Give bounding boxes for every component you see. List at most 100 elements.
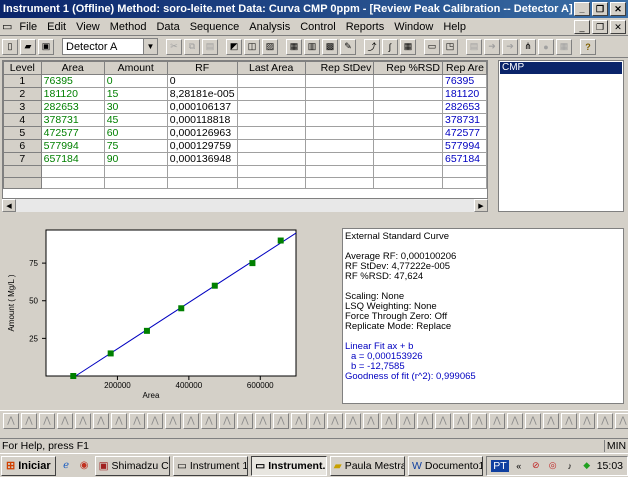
peak-tool-8-icon[interactable]: ⋀: [129, 412, 145, 429]
cell-rep-stdev[interactable]: [304, 139, 375, 153]
doc-icon[interactable]: ▭: [0, 20, 14, 33]
detector-select[interactable]: Detector A ▼: [62, 38, 158, 55]
overlay-icon[interactable]: ◫: [244, 38, 260, 55]
calibration-point[interactable]: [178, 305, 185, 312]
cell-area[interactable]: 472577: [40, 126, 105, 140]
scroll-right-icon[interactable]: ▶: [474, 199, 488, 212]
col-area[interactable]: Area: [40, 61, 105, 75]
table-row[interactable]: 3 282653 30 0,000106137 282653: [3, 100, 488, 114]
peak-tool-34-icon[interactable]: ⋀: [597, 412, 613, 429]
table-row[interactable]: 1 76395 0 0 76395: [3, 74, 488, 88]
integration-icon[interactable]: ∫: [382, 38, 398, 55]
peak-tool-7-icon[interactable]: ⋀: [111, 412, 127, 429]
cell-rf[interactable]: 0: [166, 74, 238, 88]
peak-tool-21-icon[interactable]: ⋀: [363, 412, 379, 429]
menu-method[interactable]: Method: [105, 21, 152, 33]
cell-rep-stdev[interactable]: [304, 87, 375, 101]
peak-tool-30-icon[interactable]: ⋀: [525, 412, 541, 429]
peak-tool-11-icon[interactable]: ⋀: [183, 412, 199, 429]
peak-tool-29-icon[interactable]: ⋀: [507, 412, 523, 429]
cell-rep-area[interactable]: 76395: [441, 74, 488, 88]
peak-tool-12-icon[interactable]: ⋀: [201, 412, 217, 429]
cell-rep-rsd[interactable]: [373, 126, 443, 140]
queue-icon[interactable]: ▦: [556, 38, 572, 55]
cell-rep-rsd[interactable]: [373, 87, 443, 101]
calibration-point[interactable]: [143, 327, 150, 334]
peak-tool-13-icon[interactable]: ⋀: [219, 412, 235, 429]
cell-rep-rsd[interactable]: [373, 74, 443, 88]
task-word[interactable]: W Documento1 ...: [407, 455, 484, 476]
help-icon[interactable]: ?: [580, 38, 596, 55]
menu-window[interactable]: Window: [389, 21, 438, 33]
cell-rep-area[interactable]: 577994: [441, 139, 488, 153]
table-row[interactable]: 6 577994 75 0,000129759 577994: [3, 139, 488, 153]
cell-area[interactable]: 282653: [40, 100, 105, 114]
stop-icon[interactable]: ●: [538, 38, 554, 55]
peak-tool-9-icon[interactable]: ⋀: [147, 412, 163, 429]
peak-tool-26-icon[interactable]: ⋀: [453, 412, 469, 429]
cell-rep-area[interactable]: 657184: [441, 152, 488, 166]
peak-tool-32-icon[interactable]: ⋀: [561, 412, 577, 429]
restore-button[interactable]: ❐: [592, 2, 608, 16]
peak-tool-33-icon[interactable]: ⋀: [579, 412, 595, 429]
cell-rep-area[interactable]: 282653: [441, 100, 488, 114]
cell-last-area[interactable]: [236, 87, 306, 101]
table-row[interactable]: 5 472577 60 0,000126963 472577: [3, 126, 488, 140]
task-shimadzu[interactable]: ▣ Shimadzu CL...: [94, 455, 170, 476]
chrome-icon[interactable]: ◉: [77, 458, 92, 474]
menu-sequence[interactable]: Sequence: [185, 21, 245, 33]
menu-control[interactable]: Control: [295, 21, 340, 33]
cell-rep-stdev[interactable]: [304, 100, 375, 114]
window-title-bar[interactable]: Instrument 1 (Offline) Method: soro-leit…: [0, 0, 628, 18]
cell-rf[interactable]: 0,000136948: [166, 152, 238, 166]
col-rep-stdev[interactable]: Rep StDev: [304, 61, 375, 75]
task-instrument-active[interactable]: ▭ Instrument...: [251, 455, 327, 476]
cell-area[interactable]: 378731: [40, 113, 105, 127]
peak-tool-15-icon[interactable]: ⋀: [255, 412, 271, 429]
cell-rep-stdev[interactable]: [304, 74, 375, 88]
peak-tool-18-icon[interactable]: ⋀: [309, 412, 325, 429]
peak-tool-27-icon[interactable]: ⋀: [471, 412, 487, 429]
cell-last-area[interactable]: [236, 126, 306, 140]
cell-last-area[interactable]: [236, 74, 306, 88]
antivirus-icon[interactable]: ⊘: [529, 459, 543, 473]
mdi-minimize-button[interactable]: _: [574, 20, 590, 34]
cell-rf[interactable]: 0,000126963: [166, 126, 238, 140]
scroll-left-icon[interactable]: ◀: [2, 199, 16, 212]
network-icon[interactable]: ⋔: [520, 38, 536, 55]
peak-tool-3-icon[interactable]: ⋀: [39, 412, 55, 429]
col-last-area[interactable]: Last Area: [236, 61, 306, 75]
cell-amount[interactable]: 30: [103, 100, 168, 114]
cell-area[interactable]: 657184: [40, 152, 105, 166]
cell-rep-area[interactable]: 472577: [441, 126, 488, 140]
browser-icon[interactable]: ℯ: [59, 458, 74, 474]
cell-rep-rsd[interactable]: [373, 152, 443, 166]
forward-icon[interactable]: ➔: [502, 38, 518, 55]
image-icon[interactable]: ▨: [262, 38, 278, 55]
cell-rep-area[interactable]: 378731: [441, 113, 488, 127]
peak-tool-1-icon[interactable]: ⋀: [3, 412, 19, 429]
cell-last-area[interactable]: [236, 113, 306, 127]
peak-tool-16-icon[interactable]: ⋀: [273, 412, 289, 429]
peak-tool-6-icon[interactable]: ⋀: [93, 412, 109, 429]
cell-last-area[interactable]: [236, 152, 306, 166]
cell-amount[interactable]: 75: [103, 139, 168, 153]
grid-icon[interactable]: ▦: [400, 38, 416, 55]
run-chart-icon[interactable]: ▤: [466, 38, 482, 55]
peak-table-icon[interactable]: ▩: [322, 38, 338, 55]
close-button[interactable]: ✕: [610, 2, 626, 16]
peak-tool-31-icon[interactable]: ⋀: [543, 412, 559, 429]
peak-tool-4-icon[interactable]: ⋀: [57, 412, 73, 429]
volume-icon[interactable]: ♪: [563, 459, 577, 473]
cell-amount[interactable]: 45: [103, 113, 168, 127]
menu-reports[interactable]: Reports: [341, 21, 390, 33]
table-row[interactable]: 7 657184 90 0,000136948 657184: [3, 152, 488, 166]
menu-view[interactable]: View: [71, 21, 105, 33]
cell-rf[interactable]: 0,000106137: [166, 100, 238, 114]
peak-tool-22-icon[interactable]: ⋀: [381, 412, 397, 429]
peak-tool-23-icon[interactable]: ⋀: [399, 412, 415, 429]
peak-tool-10-icon[interactable]: ⋀: [165, 412, 181, 429]
menu-help[interactable]: Help: [438, 21, 471, 33]
table-horizontal-scrollbar[interactable]: ◀ ▶: [2, 198, 488, 212]
peak-tool-5-icon[interactable]: ⋀: [75, 412, 91, 429]
